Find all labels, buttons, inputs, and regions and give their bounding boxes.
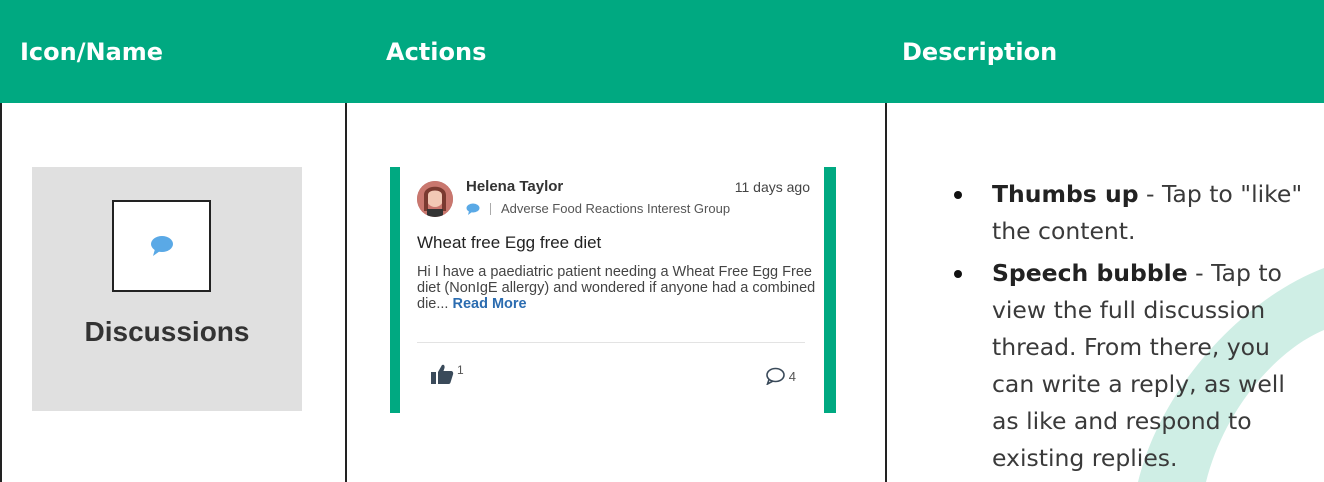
discussion-post-card[interactable]: Helena Taylor 11 days ago Adverse Food R… [390,167,836,413]
table-header-row: Icon/Name Actions Description [0,0,1324,103]
read-more-link[interactable]: Read More [452,296,526,312]
header-icon-name: Icon/Name [20,37,164,66]
card-accent-right [824,167,836,413]
card-divider [417,342,805,343]
column-divider-2 [885,103,887,482]
header-description: Description [902,37,1058,66]
card-accent-left [390,167,400,413]
post-excerpt: Hi I have a paediatric patient needing a… [417,264,817,312]
description-item-thumbs-up: Thumbs up - Tap to "like" the content. [936,176,1316,250]
header-actions: Actions [386,37,487,66]
comment-bubble-icon [765,367,785,385]
speech-bubble-icon [150,236,173,256]
group-speech-bubble-icon [466,203,480,215]
avatar-image [417,181,453,217]
post-timestamp: 11 days ago [734,179,810,195]
comments-button[interactable]: 4 [765,367,796,385]
table-border-left [0,103,2,482]
description-list: Thumbs up - Tap to "like" the content. S… [936,176,1316,477]
description-term: Speech bubble [992,259,1188,287]
thumbs-up-icon [431,364,454,384]
post-group[interactable]: Adverse Food Reactions Interest Group [466,201,730,216]
group-name: Adverse Food Reactions Interest Group [501,201,731,216]
post-author[interactable]: Helena Taylor [466,178,563,195]
like-count: 1 [457,363,464,377]
avatar[interactable] [417,181,453,217]
description-term: Thumbs up [992,180,1139,208]
group-separator [490,202,491,215]
column-divider-1 [345,103,347,482]
discussions-tile[interactable]: Discussions [32,167,302,411]
description-item-speech-bubble: Speech bubble - Tap to view the full dis… [936,255,1316,477]
discussions-label: Discussions [84,316,250,347]
post-title[interactable]: Wheat free Egg free diet [417,233,601,253]
comment-count: 4 [788,368,796,384]
description-text: - Tap to view the full discussion thread… [992,259,1285,472]
discussions-icon-frame [112,200,211,292]
like-button[interactable]: 1 [430,363,464,385]
